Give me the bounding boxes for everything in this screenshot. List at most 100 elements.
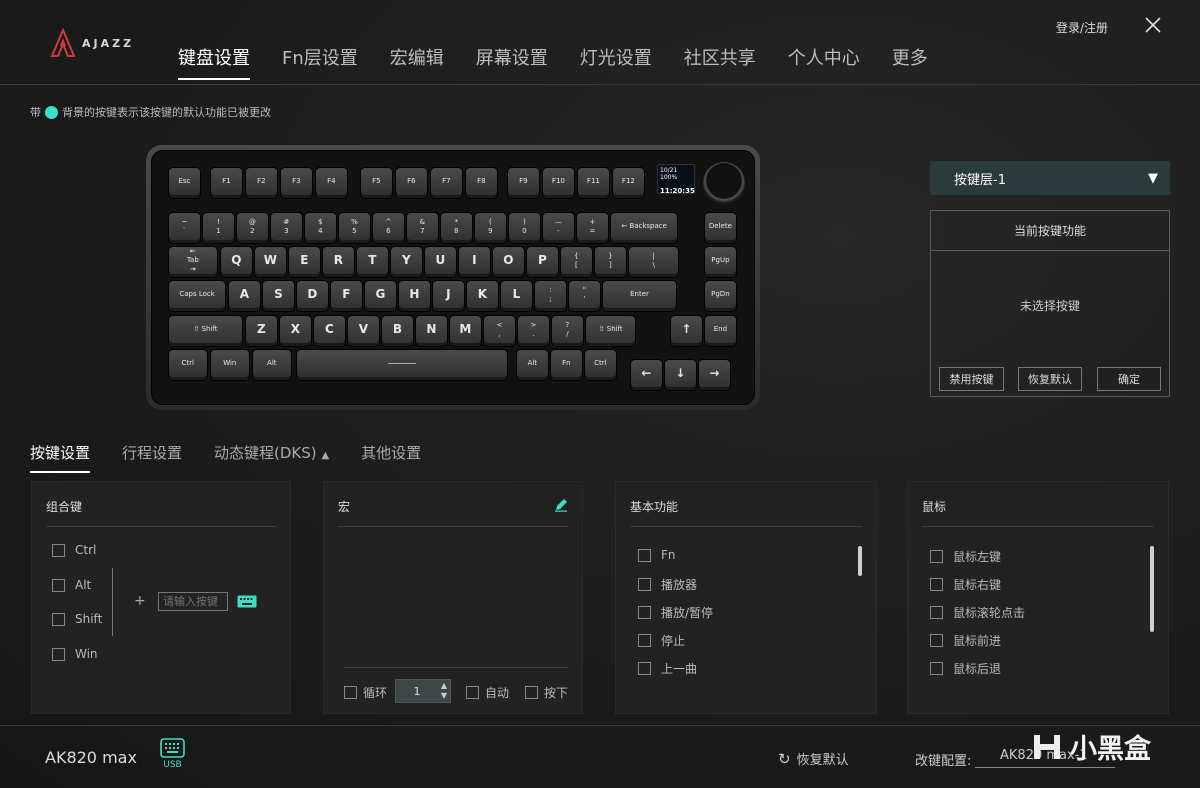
key-f9[interactable]: F9 xyxy=(508,168,539,198)
close-icon[interactable] xyxy=(1144,16,1162,34)
key-⇧-shift[interactable]: ⇧ Shift xyxy=(586,316,636,346)
key-←-backspace[interactable]: ← Backspace xyxy=(611,213,678,243)
key-f6[interactable]: F6 xyxy=(396,168,427,198)
key-f7[interactable]: F7 xyxy=(431,168,462,198)
mouse-item[interactable]: 鼠标右键 xyxy=(930,576,1001,593)
confirm-button[interactable]: 确定 xyxy=(1097,367,1161,391)
basic-item[interactable]: 播放/暂停 xyxy=(638,604,713,621)
stepper-arrows-icon[interactable]: ▲ ▼ xyxy=(438,681,450,701)
mouse-item[interactable]: 鼠标滚轮点击 xyxy=(930,604,1025,621)
key-delete[interactable]: Delete xyxy=(705,213,736,243)
subtab-dks[interactable]: 动态键程(DKS) ▲ xyxy=(214,442,329,473)
key-f5[interactable]: F5 xyxy=(361,168,392,198)
key-g[interactable]: G xyxy=(365,281,396,311)
usb-connection[interactable]: USB xyxy=(159,738,186,770)
key-?-/[interactable]: ? / xyxy=(552,316,583,346)
disable-key-button[interactable]: 禁用按键 xyxy=(939,367,1004,391)
volume-knob[interactable] xyxy=(703,162,745,204)
combo-alt-checkbox[interactable]: Alt xyxy=(52,578,91,592)
tab-keyboard-settings[interactable]: 键盘设置 xyxy=(178,44,250,80)
key-y[interactable]: Y xyxy=(391,247,422,277)
subtab-other-settings[interactable]: 其他设置 xyxy=(361,442,421,473)
key-f4[interactable]: F4 xyxy=(316,168,347,198)
key-q[interactable]: Q xyxy=(221,247,252,277)
key-}-][interactable]: } ] xyxy=(595,247,626,277)
key-l[interactable]: L xyxy=(501,281,532,311)
key-"-'[interactable]: " ' xyxy=(569,281,600,311)
key-~-`[interactable]: ~ ` xyxy=(169,213,200,243)
key-f1[interactable]: F1 xyxy=(211,168,242,198)
key-k[interactable]: K xyxy=(467,281,498,311)
key-r[interactable]: R xyxy=(323,247,354,277)
key-f10[interactable]: F10 xyxy=(543,168,574,198)
basic-item[interactable]: 上一曲 xyxy=(638,660,697,677)
key-u[interactable]: U xyxy=(425,247,456,277)
key-+-=[interactable]: + = xyxy=(577,213,608,243)
key-→[interactable]: → xyxy=(699,360,730,390)
key->-.[interactable]: > . xyxy=(518,316,549,346)
basic-item[interactable]: 播放器 xyxy=(638,576,697,593)
tab-community[interactable]: 社区共享 xyxy=(684,44,756,80)
tab-fn-layer[interactable]: Fn层设置 xyxy=(282,44,358,80)
key-b[interactable]: B xyxy=(382,316,413,346)
macro-auto-checkbox[interactable]: 自动 xyxy=(466,684,509,701)
key-e[interactable]: E xyxy=(289,247,320,277)
mouse-item[interactable]: 鼠标左键 xyxy=(930,548,1001,565)
key-enter[interactable]: Enter xyxy=(603,281,677,311)
restore-default-button[interactable]: 恢复默认 xyxy=(1018,367,1082,391)
tab-screen-settings[interactable]: 屏幕设置 xyxy=(476,44,548,80)
key-o[interactable]: O xyxy=(493,247,524,277)
key-end[interactable]: End xyxy=(705,316,736,346)
key-↑[interactable]: ↑ xyxy=(671,316,702,346)
combo-win-checkbox[interactable]: Win xyxy=(52,647,98,661)
key-<-,[interactable]: < , xyxy=(484,316,515,346)
combo-ctrl-checkbox[interactable]: Ctrl xyxy=(52,543,96,557)
key-i[interactable]: I xyxy=(459,247,490,277)
key-win[interactable]: Win xyxy=(211,350,249,380)
key-space[interactable] xyxy=(297,350,507,380)
mouse-item[interactable]: 鼠标后退 xyxy=(930,660,1001,677)
key-&-7[interactable]: & 7 xyxy=(407,213,438,243)
key-ctrl[interactable]: Ctrl xyxy=(169,350,207,380)
key-ctrl[interactable]: Ctrl xyxy=(585,350,616,380)
key-t[interactable]: T xyxy=(357,247,388,277)
keyboard-icon[interactable] xyxy=(237,595,257,608)
macro-loop-checkbox[interactable]: 循环 xyxy=(344,684,387,701)
key-h[interactable]: H xyxy=(399,281,430,311)
basic-item[interactable]: Fn xyxy=(638,548,676,562)
tab-more[interactable]: 更多 xyxy=(892,44,928,80)
key-f3[interactable]: F3 xyxy=(281,168,312,198)
tab-macro-edit[interactable]: 宏编辑 xyxy=(390,44,444,80)
key-f11[interactable]: F11 xyxy=(578,168,609,198)
key-f2[interactable]: F2 xyxy=(246,168,277,198)
key-f12[interactable]: F12 xyxy=(613,168,644,198)
key-(-9[interactable]: ( 9 xyxy=(475,213,506,243)
key-alt[interactable]: Alt xyxy=(517,350,548,380)
key-p[interactable]: P xyxy=(527,247,558,277)
key-)-0[interactable]: ) 0 xyxy=(509,213,540,243)
combo-key-input[interactable] xyxy=(158,592,228,611)
key-*-8[interactable]: * 8 xyxy=(441,213,472,243)
subtab-key-settings[interactable]: 按键设置 xyxy=(30,442,91,473)
key-!-1[interactable]: ! 1 xyxy=(203,213,234,243)
key-@-2[interactable]: @ 2 xyxy=(237,213,268,243)
key-pgdn[interactable]: PgDn xyxy=(705,281,736,311)
key-⇤-tab-⇥[interactable]: ⇤ Tab ⇥ xyxy=(169,247,217,277)
key-f8[interactable]: F8 xyxy=(466,168,497,198)
macro-count-stepper[interactable]: 1 ▲ ▼ xyxy=(395,679,451,703)
tab-lighting[interactable]: 灯光设置 xyxy=(580,44,652,80)
key-m[interactable]: M xyxy=(450,316,481,346)
layer-select[interactable]: 按键层-1 ▼ xyxy=(930,161,1170,195)
key-#-3[interactable]: # 3 xyxy=(271,213,302,243)
key-⇧-shift[interactable]: ⇧ Shift xyxy=(169,316,243,346)
key-—--[interactable]: — - xyxy=(543,213,574,243)
key-v[interactable]: V xyxy=(348,316,379,346)
key-esc[interactable]: Esc xyxy=(169,168,200,198)
mouse-item[interactable]: 鼠标前进 xyxy=(930,632,1001,649)
basic-item[interactable]: 停止 xyxy=(638,632,685,649)
key-j[interactable]: J xyxy=(433,281,464,311)
key-f[interactable]: F xyxy=(331,281,362,311)
key-←[interactable]: ← xyxy=(631,360,662,390)
key-caps-lock[interactable]: Caps Lock xyxy=(169,281,226,311)
key-%-5[interactable]: % 5 xyxy=(339,213,370,243)
